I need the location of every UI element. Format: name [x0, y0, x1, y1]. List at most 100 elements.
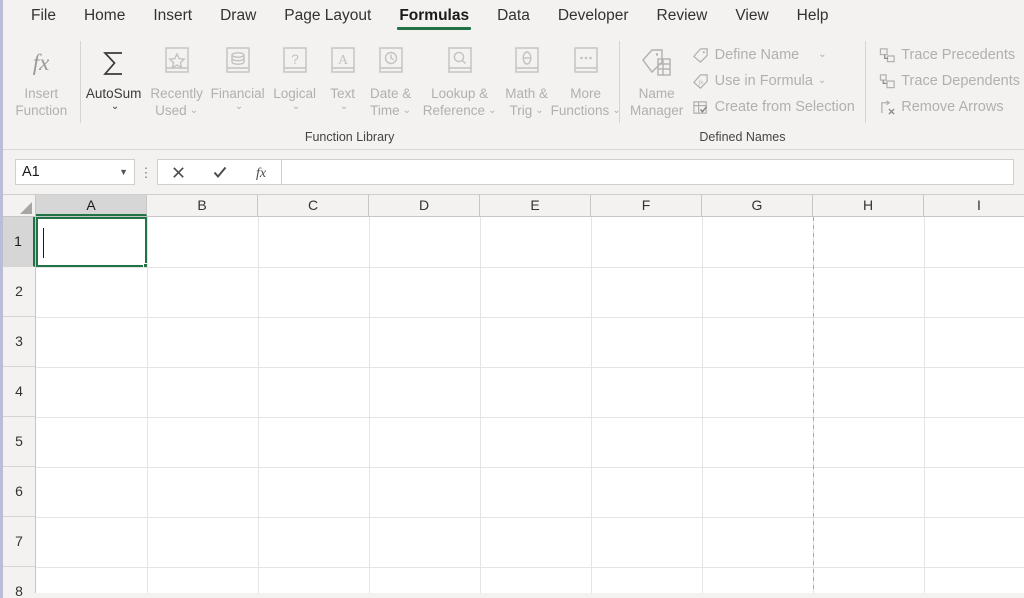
row-header-5[interactable]: 5 [3, 417, 35, 467]
tab-draw[interactable]: Draw [206, 0, 270, 33]
tag-list-icon [640, 43, 674, 83]
cell-area[interactable] [36, 217, 1024, 593]
page-break-line [813, 217, 814, 593]
column-header-C[interactable]: C [258, 195, 369, 216]
autosum-button[interactable]: AutoSum ⌄ [83, 39, 145, 112]
grid-line-vertical [924, 217, 925, 593]
chevron-down-icon[interactable]: ⌄ [535, 105, 543, 116]
trace-dependents-icon [878, 72, 896, 90]
excel-window: File Home Insert Draw Page Layout Formulas Dat… [0, 0, 1024, 598]
tab-file[interactable]: File [17, 0, 70, 33]
tab-view[interactable]: View [721, 0, 782, 33]
chevron-down-icon[interactable]: ⌄ [818, 76, 826, 86]
name-manager-label-line1: Name [638, 86, 675, 101]
chevron-down-icon[interactable]: ⌄ [190, 105, 198, 116]
trace-precedents-button[interactable]: Trace Precedents [874, 43, 1024, 67]
more-functions-label-line2-text: Functions [550, 103, 610, 118]
grid-line-vertical [591, 217, 592, 593]
recently-used-button[interactable]: Recently Used ⌄ [145, 39, 209, 119]
tab-help[interactable]: Help [783, 0, 843, 33]
trace-dependents-button[interactable]: Trace Dependents [874, 69, 1024, 93]
column-header-G[interactable]: G [702, 195, 813, 216]
date-and-time-button[interactable]: Date & Time ⌄ [363, 39, 419, 119]
tab-data[interactable]: Data [483, 0, 544, 33]
use-in-formula-button[interactable]: fx Use in Formula ⌄ [688, 69, 859, 93]
recently-used-label-line2: Used ⌄ [155, 102, 198, 119]
column-header-E[interactable]: E [480, 195, 591, 216]
svg-text:fx: fx [33, 50, 50, 75]
tab-review[interactable]: Review [643, 0, 722, 33]
grid-line-horizontal [36, 567, 1024, 568]
cancel-button[interactable] [158, 160, 199, 184]
svg-text:fx: fx [255, 166, 266, 181]
chevron-down-icon[interactable]: ▼ [119, 167, 128, 177]
column-header-D[interactable]: D [369, 195, 480, 216]
name-manager-button[interactable]: Name Manager [626, 39, 688, 119]
row-header-4[interactable]: 4 [3, 367, 35, 417]
chevron-down-icon[interactable]: ⌄ [292, 102, 300, 112]
row-header-1[interactable]: 1 [3, 217, 35, 267]
ribbon-group-defined-names-label: Defined Names [699, 130, 786, 144]
grid-line-horizontal [36, 317, 1024, 318]
worksheet-grid: ABCDEFGHI 123456789 [3, 195, 1024, 598]
tag-icon [692, 46, 710, 64]
tab-label: Data [497, 6, 530, 24]
ribbon-group-formula-auditing: Trace Precedents Trace Dependents Remove… [866, 33, 1024, 149]
chevron-down-icon[interactable]: ⌄ [111, 102, 119, 112]
name-box[interactable]: A1 ▼ [15, 159, 135, 185]
svg-text:A: A [338, 53, 349, 68]
row-header-6[interactable]: 6 [3, 467, 35, 517]
insert-function-button-formula-bar[interactable]: fx [240, 160, 281, 184]
lookup-and-reference-button[interactable]: Lookup & Reference ⌄ [419, 39, 501, 119]
row-header-2[interactable]: 2 [3, 267, 35, 317]
column-header-H[interactable]: H [813, 195, 924, 216]
chevron-down-icon[interactable]: ⌄ [235, 102, 243, 112]
logical-button[interactable]: ? Logical ⌄ [267, 39, 323, 112]
column-header-B[interactable]: B [147, 195, 258, 216]
financial-button[interactable]: Financial ⌄ [209, 39, 267, 112]
math-and-trig-button[interactable]: Math & Trig ⌄ [501, 39, 553, 119]
text-label-line1: Text [330, 86, 355, 101]
fx-icon: fx [26, 43, 56, 83]
lookup-and-reference-label-line2: Reference ⌄ [423, 102, 497, 119]
selected-cell-a1[interactable] [36, 217, 148, 268]
row-header-3[interactable]: 3 [3, 317, 35, 367]
text-button[interactable]: A Text ⌄ [323, 39, 363, 112]
tab-insert[interactable]: Insert [139, 0, 206, 33]
row-header-7[interactable]: 7 [3, 517, 35, 567]
tab-developer[interactable]: Developer [544, 0, 643, 33]
column-header-F[interactable]: F [591, 195, 702, 216]
tab-page-layout[interactable]: Page Layout [270, 0, 385, 33]
coins-book-icon [223, 43, 253, 83]
formula-input[interactable] [282, 159, 1014, 185]
create-from-selection-button[interactable]: Create from Selection [688, 95, 859, 119]
formula-bar-buttons: fx [157, 159, 282, 185]
chevron-down-icon[interactable]: ⌄ [403, 105, 411, 116]
column-header-A[interactable]: A [36, 195, 147, 216]
text-label-line2: ⌄ [337, 102, 348, 112]
math-and-trig-label-line1: Math & [505, 86, 549, 101]
enter-button[interactable] [199, 160, 240, 184]
define-name-button[interactable]: Define Name ⌄ [688, 43, 859, 67]
column-header-I[interactable]: I [924, 195, 1024, 216]
more-functions-button[interactable]: More Functions ⌄ [550, 39, 621, 119]
lookup-and-reference-label-line1: Lookup & [431, 86, 489, 101]
grid-line-vertical [369, 217, 370, 593]
chevron-down-icon[interactable]: ⌄ [818, 50, 826, 60]
grid-line-horizontal [36, 517, 1024, 518]
ribbon-group-formula-auditing-label [866, 127, 1024, 149]
chevron-down-icon[interactable]: ⌄ [488, 105, 496, 116]
ribbon-group-insert-function: fx Insert Function [3, 33, 80, 149]
select-all-button[interactable] [3, 195, 36, 216]
remove-arrows-button[interactable]: Remove Arrows [874, 95, 1024, 119]
theta-book-icon [512, 43, 542, 83]
name-manager-label-line2: Manager [629, 103, 684, 118]
clock-book-icon [376, 43, 406, 83]
star-book-icon [162, 43, 192, 83]
tab-home[interactable]: Home [70, 0, 139, 33]
formula-bar-overflow-icon[interactable]: ⋮ [135, 166, 157, 179]
insert-function-button[interactable]: fx Insert Function [4, 39, 78, 119]
chevron-down-icon[interactable]: ⌄ [340, 102, 348, 112]
tab-formulas[interactable]: Formulas [385, 0, 483, 33]
row-header-8[interactable]: 8 [3, 567, 35, 598]
